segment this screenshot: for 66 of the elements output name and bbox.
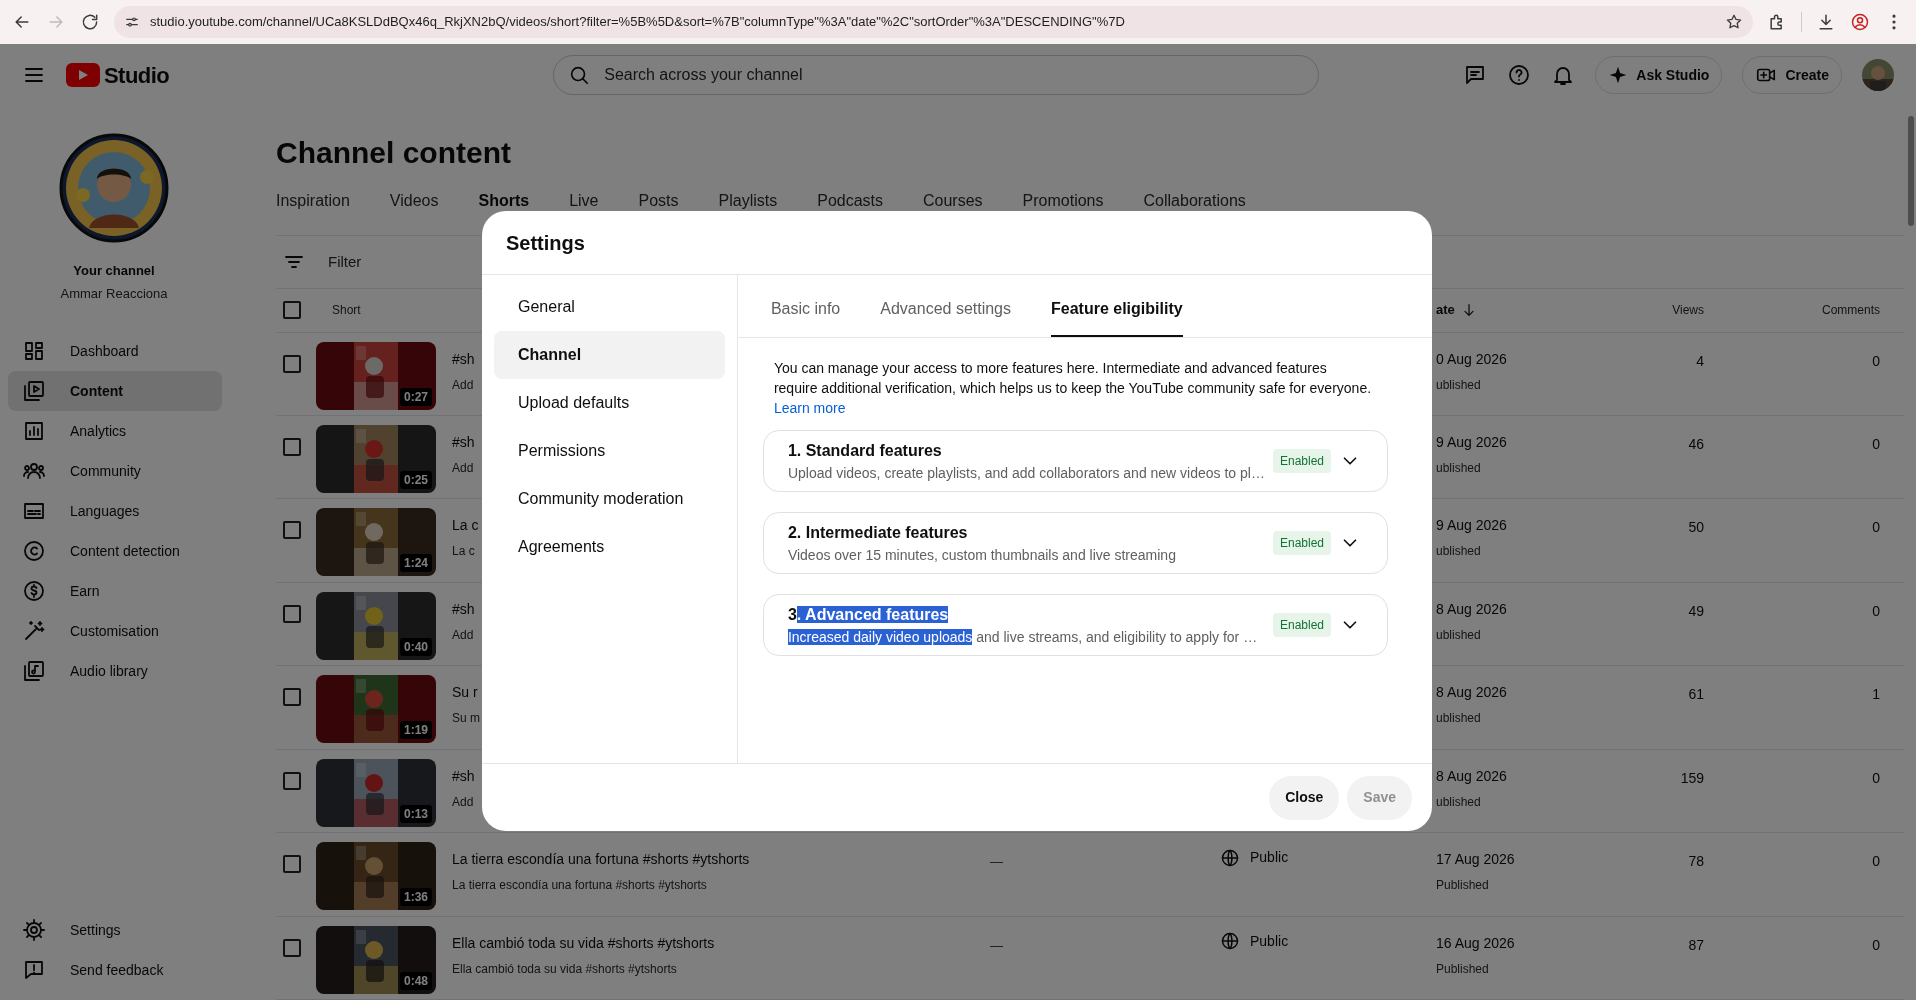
status-text: ublished — [1436, 543, 1481, 561]
video-description: La c — [452, 543, 475, 561]
video-description: Add — [452, 793, 474, 811]
comments-count: 1 — [1872, 686, 1880, 703]
feature-title: 3. Advanced features — [787, 604, 950, 625]
views-count: 4 — [1696, 352, 1704, 369]
feature-title: 1. Standard features — [787, 440, 943, 461]
status-text: ublished — [1436, 793, 1481, 811]
comments-count: 0 — [1872, 436, 1880, 452]
feature-description: Increased daily video uploads and live streams, and eligibility to apply for … — [787, 627, 1259, 647]
date-text: 8 Aug 2026 — [1436, 599, 1507, 619]
comments-count: 0 — [1872, 519, 1880, 536]
status-text: Published — [1436, 877, 1489, 895]
channel-label: Your channel — [72, 262, 156, 280]
date-text: 17 Aug 2026 — [1436, 850, 1515, 870]
duration-label: 1:24 — [399, 554, 432, 573]
date-text: 9 Aug 2026 — [1436, 516, 1507, 536]
duration-label: 1:36 — [399, 888, 432, 907]
status-text: ublished — [1436, 710, 1481, 728]
video-description: Ella cambió toda su vida #shorts #ytshorts — [452, 960, 677, 978]
channel-name: Ammar Reacciona — [59, 284, 169, 303]
video-description: Add — [452, 460, 474, 477]
restrictions-cell: — — [990, 854, 1003, 870]
views-count: 49 — [1688, 602, 1704, 619]
views-count: 46 — [1688, 436, 1704, 452]
comments-count: 0 — [1872, 769, 1880, 786]
status-badge: Enabled — [1272, 449, 1331, 473]
status-badge: Enabled — [1272, 531, 1331, 555]
comments-count: 0 — [1872, 853, 1880, 870]
duration-label: 0:25 — [399, 471, 432, 489]
column-header: Views — [1672, 303, 1704, 318]
comments-count: 0 — [1872, 936, 1880, 953]
views-count: 61 — [1688, 686, 1704, 703]
date-text: 8 Aug 2026 — [1436, 766, 1507, 786]
video-description: Add — [452, 376, 474, 394]
views-count: 159 — [1680, 769, 1704, 786]
views-count: 50 — [1688, 519, 1704, 536]
dialog-title: Settings — [506, 230, 585, 256]
status-text: ublished — [1436, 626, 1481, 644]
status-text: Published — [1436, 960, 1489, 978]
comments-count: 0 — [1872, 602, 1880, 619]
column-header: Short — [332, 303, 361, 318]
feature-title: 2. Intermediate features — [787, 522, 969, 543]
intro-text: You can manage your access to more features here. Intermediate and advanced features require additional verification, which helps us to keep the YouTube community safe for everyone. Learn more — [773, 359, 1372, 418]
date-text: 0 Aug 2026 — [1436, 349, 1507, 369]
visibility-label: Public — [1250, 931, 1289, 951]
views-count: 87 — [1688, 936, 1704, 953]
date-text: 16 Aug 2026 — [1436, 933, 1515, 953]
views-count: 78 — [1688, 853, 1704, 870]
url-text: studio.youtube.com/channel/UCa8KSLDdBQx46q_RkjXN2bQ/videos/short?filter=%5B%5D&sort=%7B"columnType"%3A"date"%2C"sortOrder"%3A"DESCENDING"%7D — [150, 13, 1126, 32]
comments-count: 0 — [1872, 352, 1880, 369]
status-text: ublished — [1436, 376, 1481, 394]
feature-description: Upload videos, create playlists, and add collaborators and new videos to pl… — [787, 463, 1265, 483]
video-description: Add — [452, 626, 474, 644]
video-description: Su m — [452, 710, 480, 728]
status-badge: Enabled — [1272, 613, 1331, 637]
feature-description: Videos over 15 minutes, custom thumbnails and live streaming — [787, 545, 1177, 565]
duration-label: 1:19 — [399, 721, 432, 740]
visibility-label: Public — [1250, 848, 1289, 868]
restrictions-cell: — — [990, 937, 1003, 953]
status-text: ublished — [1436, 460, 1481, 477]
video-description: La tierra escondía una fortuna #shorts #ytshorts — [452, 877, 707, 895]
page-title: Channel content — [276, 135, 512, 171]
column-header: Comments — [1822, 303, 1880, 318]
date-text: 9 Aug 2026 — [1436, 433, 1507, 452]
date-text: 8 Aug 2026 — [1436, 683, 1507, 703]
